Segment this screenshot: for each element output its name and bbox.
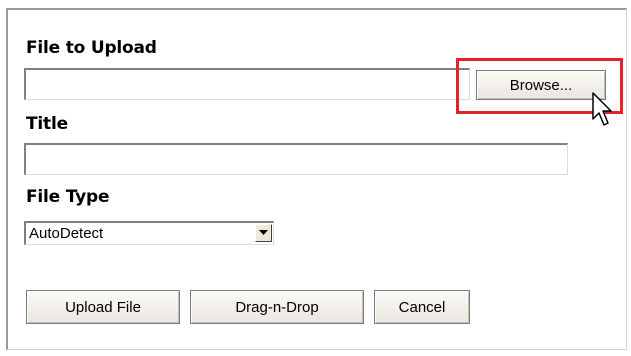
browse-button[interactable]: Browse... <box>476 70 606 100</box>
title-label: Title <box>26 114 68 134</box>
file-type-select[interactable]: AutoDetect <box>24 221 274 245</box>
upload-file-button[interactable]: Upload File <box>26 290 180 324</box>
file-to-upload-label: File to Upload <box>26 38 157 58</box>
drag-n-drop-button[interactable]: Drag-n-Drop <box>190 290 364 324</box>
file-type-label: File Type <box>26 187 110 207</box>
title-input[interactable] <box>24 143 568 175</box>
file-type-selected-value: AutoDetect <box>29 225 104 242</box>
cancel-button[interactable]: Cancel <box>374 290 470 324</box>
file-path-input[interactable] <box>24 68 470 100</box>
chevron-down-icon[interactable] <box>255 224 272 242</box>
